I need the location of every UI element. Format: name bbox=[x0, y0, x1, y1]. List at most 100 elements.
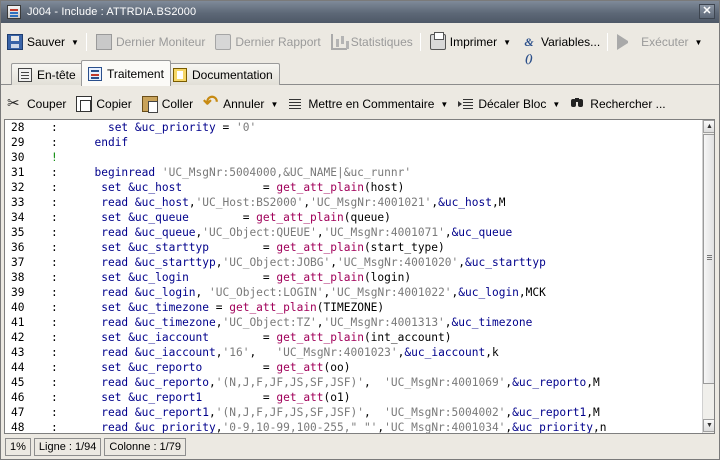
tab-traitement[interactable]: Traitement bbox=[81, 60, 171, 86]
vertical-scrollbar[interactable]: ▲ ▼ bbox=[702, 120, 714, 433]
statistics-label: Statistiques bbox=[350, 35, 413, 49]
line-number: 39 bbox=[11, 286, 25, 299]
toolbar-separator bbox=[85, 33, 87, 51]
save-icon bbox=[7, 34, 23, 50]
code-line[interactable]: 46: set &uc_report1 = get_att(o1) bbox=[5, 390, 702, 405]
line-marker: : bbox=[51, 346, 58, 359]
paste-button[interactable]: Coller bbox=[138, 93, 197, 115]
code-text: set &uc_starttyp = get_att_plain(start_t… bbox=[101, 241, 445, 254]
paste-label: Coller bbox=[161, 97, 194, 111]
code-line[interactable]: 30! bbox=[5, 150, 702, 165]
search-label: Rechercher ... bbox=[590, 97, 666, 111]
code-line[interactable]: 41: read &uc_timezone,'UC_Object:TZ','UC… bbox=[5, 315, 702, 330]
line-number: 45 bbox=[11, 376, 25, 389]
code-editor[interactable]: 28: set &uc_priority = '0' 29: endif 30! 31… bbox=[4, 119, 715, 434]
line-marker: : bbox=[51, 376, 58, 389]
chevron-down-icon[interactable]: ▼ bbox=[552, 100, 560, 109]
code-line[interactable]: 29: endif bbox=[5, 135, 702, 150]
script-icon bbox=[88, 66, 102, 81]
code-text: read &uc_reporto,'(N,J,F,JF,JS,SF,JSF)',… bbox=[101, 376, 600, 389]
code-line[interactable]: 47: read &uc_report1,'(N,J,F,JF,JS,SF,JS… bbox=[5, 405, 702, 420]
line-marker: : bbox=[51, 361, 58, 374]
tab-bar: En-tête Traitement Documentation bbox=[1, 59, 719, 86]
code-line[interactable]: 36: set &uc_starttyp = get_att_plain(sta… bbox=[5, 240, 702, 255]
statistics-button[interactable]: Statistiques bbox=[327, 31, 417, 53]
play-icon bbox=[617, 34, 633, 50]
line-number: 46 bbox=[11, 391, 25, 404]
comment-icon bbox=[288, 96, 304, 112]
line-number: 47 bbox=[11, 406, 25, 419]
code-line[interactable]: 28: set &uc_priority = '0' bbox=[5, 120, 702, 135]
code-line[interactable]: 31: beginread 'UC_MsgNr:5004000,&UC_NAME… bbox=[5, 165, 702, 180]
tab-en-tete[interactable]: En-tête bbox=[11, 63, 83, 85]
tab-documentation[interactable]: Documentation bbox=[166, 63, 280, 85]
variables-button[interactable]: &() Variables... bbox=[517, 31, 604, 65]
chevron-down-icon[interactable]: ▼ bbox=[71, 38, 79, 47]
code-text: read &uc_iaccount,'16', 'UC_MsgNr:400102… bbox=[101, 346, 499, 359]
binoculars-icon bbox=[570, 96, 586, 112]
line-marker: : bbox=[51, 136, 58, 149]
save-label: Sauver bbox=[27, 35, 66, 49]
code-line[interactable]: 35: read &uc_queue,'UC_Object:QUEUE','UC… bbox=[5, 225, 702, 240]
code-text: set &uc_login = get_att_plain(login) bbox=[101, 271, 412, 284]
code-line[interactable]: 33: read &uc_host,'UC_Host:BS2000','UC_M… bbox=[5, 195, 702, 210]
code-line[interactable]: 32: set &uc_host = get_att_plain(host) bbox=[5, 180, 702, 195]
line-marker: : bbox=[51, 256, 58, 269]
printer-icon bbox=[429, 32, 446, 50]
line-marker: : bbox=[51, 301, 58, 314]
indent-button[interactable]: Décaler Bloc ▼ bbox=[454, 93, 564, 115]
code-text: beginread 'UC_MsgNr:5004000,&UC_NAME|&uc… bbox=[94, 166, 412, 179]
code-line[interactable]: 34: set &uc_queue = get_att_plain(queue) bbox=[5, 210, 702, 225]
code-line[interactable]: 42: set &uc_iaccount = get_att_plain(int… bbox=[5, 330, 702, 345]
code-line[interactable]: 40: set &uc_timezone = get_att_plain(TIM… bbox=[5, 300, 702, 315]
chevron-down-icon[interactable]: ▼ bbox=[440, 100, 448, 109]
last-monitor-button[interactable]: Dernier Moniteur bbox=[92, 31, 209, 53]
undo-button[interactable]: Annuler ▼ bbox=[199, 92, 282, 115]
line-number: 34 bbox=[11, 211, 25, 224]
last-report-label: Dernier Rapport bbox=[235, 35, 321, 49]
indent-icon bbox=[458, 96, 474, 112]
zoom-indicator: 1% bbox=[5, 437, 31, 456]
code-text: set &uc_queue = get_att_plain(queue) bbox=[101, 211, 391, 224]
print-label: Imprimer bbox=[449, 35, 498, 49]
chevron-down-icon[interactable]: ▼ bbox=[270, 100, 278, 109]
scrollbar-thumb[interactable] bbox=[703, 134, 714, 384]
code-text: read &uc_host,'UC_Host:BS2000','UC_MsgNr… bbox=[101, 196, 506, 209]
line-number: 38 bbox=[11, 271, 25, 284]
copy-button[interactable]: Copier bbox=[72, 93, 135, 115]
line-number: 28 bbox=[11, 121, 25, 134]
code-line[interactable]: 44: set &uc_reporto = get_att(oo) bbox=[5, 360, 702, 375]
line-marker: : bbox=[51, 406, 58, 419]
title-bar[interactable]: J004 - Include : ATTRDIA.BS2000 ✕ bbox=[1, 1, 719, 23]
code-line[interactable]: 39: read &uc_login, 'UC_Object:LOGIN','U… bbox=[5, 285, 702, 300]
line-indicator: Ligne : 1/94 bbox=[33, 437, 102, 456]
indent-label: Décaler Bloc bbox=[478, 97, 547, 111]
cut-label: Couper bbox=[27, 97, 67, 111]
copy-icon bbox=[76, 96, 93, 112]
close-button[interactable]: ✕ bbox=[699, 4, 715, 19]
last-report-button[interactable]: Dernier Rapport bbox=[211, 31, 324, 53]
undo-icon bbox=[203, 92, 219, 113]
print-button[interactable]: Imprimer ▼ bbox=[426, 31, 515, 53]
comment-button[interactable]: Mettre en Commentaire ▼ bbox=[284, 93, 452, 115]
search-button[interactable]: Rechercher ... bbox=[566, 93, 669, 115]
scroll-up-arrow-icon[interactable]: ▲ bbox=[703, 120, 714, 133]
execute-button[interactable]: Exécuter ▼ bbox=[613, 31, 706, 53]
undo-label: Annuler bbox=[223, 97, 265, 111]
save-button[interactable]: Sauver ▼ bbox=[3, 31, 83, 53]
code-line[interactable]: 43: read &uc_iaccount,'16', 'UC_MsgNr:40… bbox=[5, 345, 702, 360]
code-line[interactable]: 48: read &uc_priority,'0-9,10-99,100-255… bbox=[5, 420, 702, 434]
line-marker: : bbox=[51, 181, 58, 194]
code-text: read &uc_report1,'(N,J,F,JF,JS,SF,JSF)',… bbox=[101, 406, 600, 419]
chevron-down-icon[interactable]: ▼ bbox=[503, 38, 511, 47]
line-number: 29 bbox=[11, 136, 25, 149]
line-number: 32 bbox=[11, 181, 25, 194]
code-text: set &uc_timezone = get_att_plain(TIMEZON… bbox=[101, 301, 385, 314]
cut-button[interactable]: Couper bbox=[3, 93, 70, 115]
code-line[interactable]: 37: read &uc_starttyp,'UC_Object:JOBG','… bbox=[5, 255, 702, 270]
code-line[interactable]: 45: read &uc_reporto,'(N,J,F,JF,JS,SF,JS… bbox=[5, 375, 702, 390]
code-text: read &uc_priority,'0-9,10-99,100-255," "… bbox=[101, 421, 607, 434]
code-line[interactable]: 38: set &uc_login = get_att_plain(login) bbox=[5, 270, 702, 285]
scroll-down-arrow-icon[interactable]: ▼ bbox=[703, 419, 714, 432]
chevron-down-icon[interactable]: ▼ bbox=[695, 38, 703, 47]
